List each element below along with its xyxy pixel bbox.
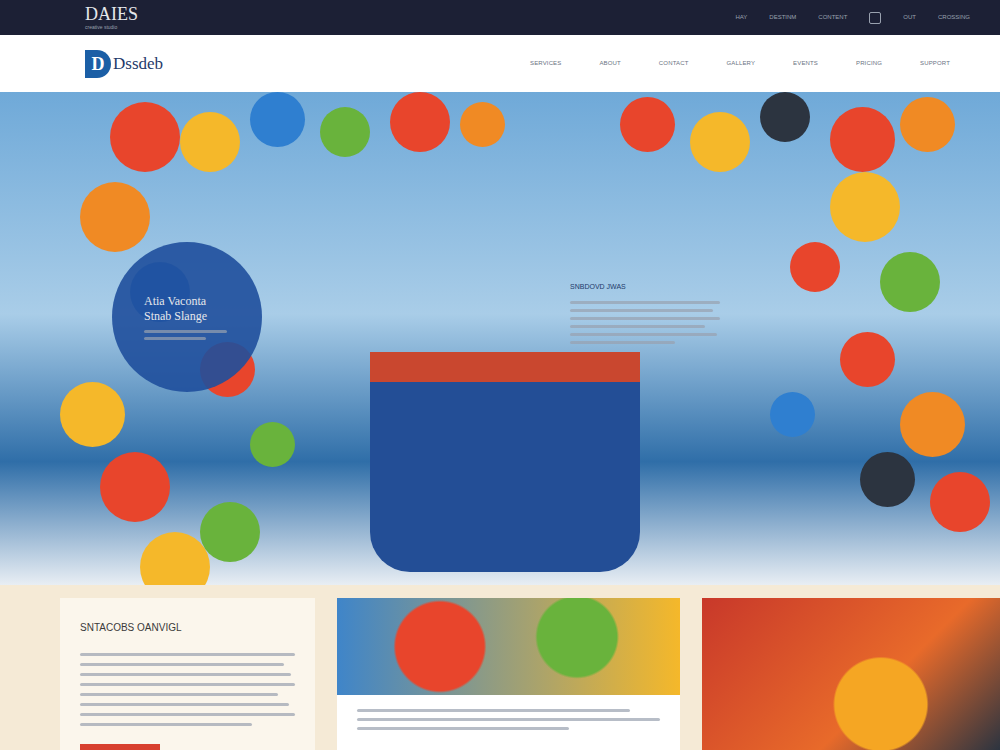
nav-link[interactable]: ABOUT bbox=[599, 59, 620, 68]
ship-figure bbox=[370, 352, 640, 572]
decor-ball bbox=[80, 182, 150, 252]
text-line bbox=[80, 713, 295, 716]
hero-badge: Atia VacontaStnab Slange bbox=[112, 242, 262, 392]
text-line bbox=[144, 330, 227, 333]
logo[interactable]: D Dssdeb bbox=[85, 50, 163, 78]
decor-ball bbox=[900, 97, 955, 152]
header: D Dssdeb SERVICES ABOUT CONTACT GALLERY EVENTS… bbox=[0, 35, 1000, 92]
text-line bbox=[80, 673, 291, 676]
text-line bbox=[357, 718, 660, 721]
text-line bbox=[570, 333, 717, 336]
text-line bbox=[80, 723, 252, 726]
top-link[interactable]: CROSSING bbox=[938, 13, 970, 22]
nav-link[interactable]: CONTACT bbox=[659, 59, 689, 68]
decor-ball bbox=[880, 252, 940, 312]
feature-section: SNTACOBS OANVIGL bbox=[0, 585, 1000, 750]
badge-subtitle: Stnab Slange bbox=[144, 309, 248, 324]
text-line bbox=[80, 693, 278, 696]
text-line bbox=[570, 325, 705, 328]
decor-ball bbox=[200, 502, 260, 562]
top-bar: DAIES creative studio HAY DESTINM CONTENT OUT… bbox=[0, 0, 1000, 35]
text-line bbox=[80, 653, 295, 656]
card-lines bbox=[337, 695, 680, 730]
card-lines bbox=[80, 653, 295, 726]
decor-ball bbox=[830, 107, 895, 172]
decor-ball bbox=[930, 472, 990, 532]
decor-ball bbox=[100, 452, 170, 522]
text-line bbox=[570, 341, 675, 344]
decor-ball bbox=[250, 92, 305, 147]
decor-ball bbox=[390, 92, 450, 152]
text-line bbox=[570, 301, 720, 304]
card-image bbox=[337, 598, 680, 695]
brand-tagline: creative studio bbox=[85, 25, 138, 30]
decor-ball bbox=[180, 112, 240, 172]
image-card bbox=[337, 598, 680, 750]
logo-mark-icon: D bbox=[85, 50, 111, 78]
decor-ball bbox=[690, 112, 750, 172]
decor-ball bbox=[760, 92, 810, 142]
decor-ball bbox=[790, 242, 840, 292]
logo-mark: D bbox=[92, 55, 105, 73]
decor-ball bbox=[860, 452, 915, 507]
decor-ball bbox=[620, 97, 675, 152]
main-nav: SERVICES ABOUT CONTACT GALLERY EVENTS PRICING… bbox=[530, 59, 950, 68]
card-heading: SNTACOBS OANVIGL bbox=[80, 620, 295, 635]
card-button[interactable] bbox=[80, 744, 160, 750]
text-line bbox=[80, 663, 284, 666]
decor-ball bbox=[770, 392, 815, 437]
top-link[interactable]: OUT bbox=[903, 13, 916, 22]
decor-ball bbox=[460, 102, 505, 147]
hero-heading: SNBDOVD JWAS bbox=[570, 282, 720, 293]
nav-link[interactable]: EVENTS bbox=[793, 59, 818, 68]
badge-title: Atia Vaconta bbox=[144, 294, 248, 309]
decor-ball bbox=[840, 332, 895, 387]
brand: DAIES creative studio bbox=[85, 5, 138, 30]
logo-text: Dssdeb bbox=[113, 51, 163, 77]
text-line bbox=[80, 703, 289, 706]
text-line bbox=[144, 337, 206, 340]
top-links: HAY DESTINM CONTENT OUT CROSSING bbox=[735, 12, 970, 24]
decor-ball bbox=[60, 382, 125, 447]
decor-ball bbox=[320, 107, 370, 157]
nav-link[interactable]: SERVICES bbox=[530, 59, 561, 68]
decor-ball bbox=[140, 532, 210, 585]
hero-copy: SNBDOVD JWAS bbox=[570, 282, 720, 344]
card-image bbox=[702, 598, 1000, 750]
hero-image: Atia VacontaStnab Slange SNBDOVD JWAS bbox=[0, 92, 1000, 585]
search-box-icon[interactable] bbox=[869, 12, 881, 24]
badge-lines bbox=[144, 330, 248, 340]
decor-ball bbox=[900, 392, 965, 457]
top-link[interactable]: CONTENT bbox=[818, 13, 847, 22]
text-line bbox=[570, 317, 720, 320]
decor-ball bbox=[830, 172, 900, 242]
top-link[interactable]: DESTINM bbox=[769, 13, 796, 22]
top-link[interactable]: HAY bbox=[735, 13, 747, 22]
text-line bbox=[570, 309, 713, 312]
decor-ball bbox=[110, 102, 180, 172]
decor-ball bbox=[250, 422, 295, 467]
nav-link[interactable]: GALLERY bbox=[726, 59, 755, 68]
brand-name: DAIES bbox=[85, 5, 138, 23]
text-line bbox=[80, 683, 295, 686]
nav-link[interactable]: PRICING bbox=[856, 59, 882, 68]
text-line bbox=[357, 709, 630, 712]
nav-link[interactable]: SUPPORT bbox=[920, 59, 950, 68]
feature-card: SNTACOBS OANVIGL bbox=[60, 598, 315, 750]
text-line bbox=[357, 727, 569, 730]
